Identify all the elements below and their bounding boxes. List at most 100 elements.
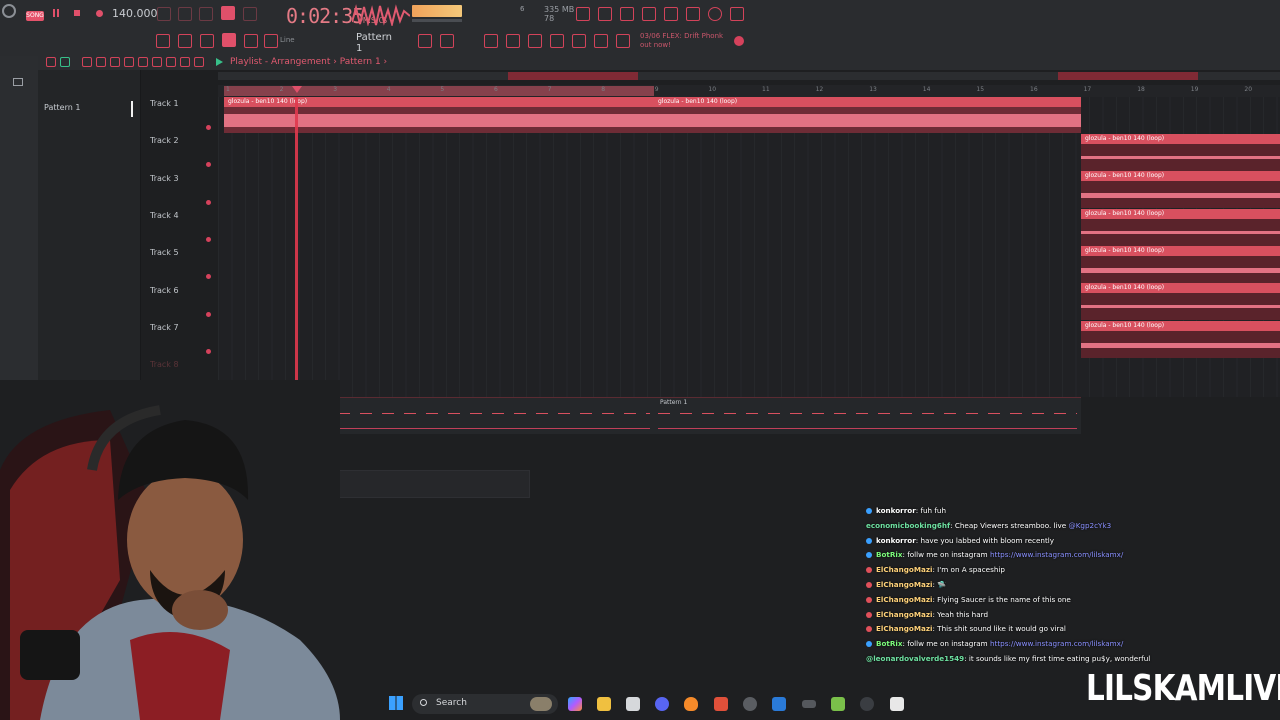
cut-icon[interactable] <box>598 7 612 21</box>
plugin-icon[interactable] <box>528 34 542 48</box>
playback-tool-icon[interactable] <box>180 57 190 67</box>
pattern-clip[interactable]: Pattern 1 <box>654 397 1081 434</box>
slice-tool-icon[interactable] <box>138 57 148 67</box>
tempo-display[interactable]: 140.000 <box>112 7 158 20</box>
plugin-picker-icon[interactable] <box>620 7 634 21</box>
windows-start-icon[interactable] <box>389 696 403 710</box>
playhead-marker[interactable] <box>292 86 302 93</box>
brave-icon[interactable] <box>714 697 728 711</box>
record-button[interactable] <box>96 10 103 17</box>
audio-clip[interactable]: glozula - ben10 140 (loop) <box>1081 134 1280 171</box>
magnet-icon[interactable] <box>264 34 278 48</box>
app-icon[interactable] <box>802 700 816 708</box>
time-scroll-bar[interactable] <box>218 72 1280 80</box>
track-enable-dot[interactable] <box>206 199 211 205</box>
audio-clip[interactable]: glozula - ben10 140 (loop) <box>1081 245 1280 283</box>
audio-clip[interactable]: glozula - ben10 140 (loop) <box>1081 283 1280 321</box>
channel-rack-icon[interactable] <box>440 34 454 48</box>
template-icon[interactable] <box>616 34 630 48</box>
chat-username: BotRix <box>876 550 903 560</box>
delete-tool-icon[interactable] <box>110 57 120 67</box>
track-label[interactable]: Track 8 <box>150 360 179 369</box>
zoom-tool-icon[interactable] <box>166 57 176 67</box>
fl-studio-icon[interactable] <box>684 697 698 711</box>
song-mode-badge[interactable]: SONG <box>26 11 44 21</box>
widget-icon[interactable] <box>530 697 552 711</box>
news-close-icon[interactable] <box>734 36 744 46</box>
4k-icon[interactable] <box>860 697 874 711</box>
file-explorer-icon[interactable] <box>597 697 611 711</box>
chat-link[interactable]: https://www.instagram.com/lilskamx/ <box>990 639 1123 648</box>
track-label[interactable]: Track 4 <box>150 211 179 220</box>
pointer-icon[interactable] <box>594 34 608 48</box>
stamp-icon[interactable] <box>244 34 258 48</box>
speaker-icon[interactable] <box>194 57 204 67</box>
mixer-window-icon[interactable] <box>686 7 700 21</box>
pencil-tool-icon[interactable] <box>82 57 92 67</box>
capcut-icon[interactable] <box>890 697 904 711</box>
blend-recording-icon[interactable] <box>221 6 235 20</box>
news-hint[interactable]: 03/06 FLEX: Drift Phonk out now! <box>640 32 723 50</box>
obs-icon[interactable] <box>831 697 845 711</box>
audio-clip[interactable]: glozula - ben10 140 (loop) <box>1081 208 1280 246</box>
steam-icon[interactable] <box>772 697 786 711</box>
audio-clip[interactable]: glozula - ben10 140 (loop) <box>654 97 1081 133</box>
discord-icon[interactable] <box>655 697 669 711</box>
loop-region[interactable] <box>224 86 654 96</box>
pattern-add-icon[interactable] <box>418 34 432 48</box>
store-icon[interactable] <box>626 697 640 711</box>
browser-icon[interactable] <box>506 34 520 48</box>
oscilloscope-monitor <box>352 4 410 26</box>
audio-clip[interactable]: glozula - ben10 140 (loop) <box>1081 171 1280 209</box>
brush-tool-icon[interactable] <box>96 57 106 67</box>
track-enable-dot[interactable] <box>206 348 211 354</box>
piano-roll-icon[interactable] <box>156 34 170 48</box>
link-tool-icon[interactable] <box>222 33 236 47</box>
arrow-right-icon[interactable] <box>178 34 192 48</box>
select-tool-icon[interactable] <box>152 57 162 67</box>
draw-tool-icon[interactable] <box>200 34 214 48</box>
countdown-icon[interactable] <box>199 7 213 21</box>
power-icon[interactable] <box>2 4 16 18</box>
audio-clip[interactable]: glozula - ben10 140 (loop) <box>224 97 654 133</box>
loop-record-icon[interactable] <box>243 7 257 21</box>
track-enable-dot[interactable] <box>206 274 211 280</box>
magnet-snap-icon[interactable] <box>60 57 70 67</box>
pattern-selector[interactable]: Pattern 1 <box>356 32 396 54</box>
snap-selector[interactable]: Line <box>280 36 295 44</box>
track-enable-dot[interactable] <box>206 162 211 168</box>
track-label[interactable]: Track 1 <box>150 99 179 108</box>
playlist-window-icon[interactable] <box>664 7 678 21</box>
help-icon[interactable] <box>642 7 656 21</box>
wait-input-icon[interactable] <box>178 7 192 21</box>
track-label[interactable]: Track 2 <box>150 136 179 145</box>
chat-link[interactable]: @Kgp2cYk3 <box>1069 521 1112 530</box>
mixer-icon[interactable] <box>484 34 498 48</box>
track-label[interactable]: Track 3 <box>150 174 179 183</box>
browser-toggle-icon[interactable] <box>13 78 23 86</box>
playlist-menu-icon[interactable] <box>46 57 56 67</box>
chat-text: : Cheap Viewers streamboo. live <box>950 520 1067 530</box>
copilot-icon[interactable] <box>568 697 582 711</box>
download-icon[interactable] <box>730 7 744 21</box>
stop-button[interactable] <box>74 10 80 16</box>
volume-slider[interactable] <box>412 19 462 22</box>
play-arrow-icon[interactable] <box>216 58 223 66</box>
undo-icon[interactable] <box>576 7 590 21</box>
mute-tool-icon[interactable] <box>124 57 134 67</box>
chat-link[interactable]: https://www.instagram.com/lilskamx/ <box>990 550 1123 559</box>
track-enable-dot[interactable] <box>206 236 211 242</box>
metronome-icon[interactable] <box>157 7 171 21</box>
pause-button[interactable] <box>53 9 59 17</box>
tempo-tap-icon[interactable] <box>550 34 564 48</box>
track-enable-dot[interactable] <box>206 311 211 317</box>
track-label[interactable]: Track 6 <box>150 286 179 295</box>
track-enable-dot[interactable] <box>206 125 211 130</box>
audio-clip[interactable]: glozula - ben10 140 (loop) <box>1081 320 1280 358</box>
chat-window-icon[interactable] <box>708 7 722 21</box>
chrome-icon[interactable] <box>743 697 757 711</box>
track-label[interactable]: Track 7 <box>150 323 179 332</box>
track-label[interactable]: Track 5 <box>150 248 179 257</box>
pattern-list-item[interactable]: Pattern 1 <box>44 103 80 112</box>
record-setup-icon[interactable] <box>572 34 586 48</box>
